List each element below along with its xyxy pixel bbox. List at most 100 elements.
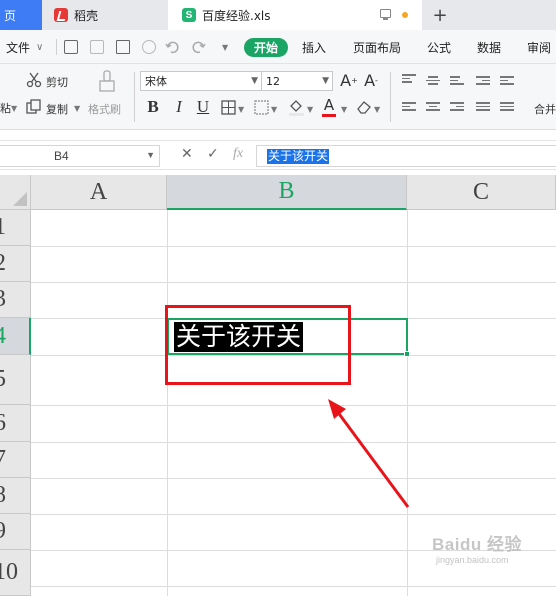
row-header-6[interactable]: 6 [0,405,31,442]
menu-bar: 文件 ∨ ▼ 开始 插入 页面布局 公式 数据 审阅 [0,30,556,64]
merge-button[interactable]: 合并 [534,101,556,117]
copy-button[interactable]: 复制 [46,101,68,117]
cut-button[interactable]: 剪切 [46,74,68,90]
monitor-icon[interactable] [380,9,391,20]
formula-content: 关于该开关 [267,148,330,164]
tab-bar: 页 稻壳 S 百度经验.xls + [0,0,556,30]
row-number: 3 [0,286,6,313]
font-size-value: 12 [266,74,280,88]
column-header-a[interactable]: A [31,175,167,210]
align-middle-icon[interactable] [426,76,440,88]
chevron-down-icon[interactable]: ▼ [238,105,244,114]
increase-font-icon[interactable]: A + [340,70,358,90]
divider [56,39,57,55]
row-header-2[interactable]: 2 [0,246,31,282]
gridline [167,210,168,596]
row-header-3[interactable]: 3 [0,282,31,318]
column-header-c[interactable]: C [407,175,556,210]
tab-daoke-label: 稻壳 [74,8,99,23]
chevron-down-icon[interactable]: ▼ [341,105,347,114]
row-header-9[interactable]: 9 [0,514,31,550]
gridline [31,246,556,247]
fill-icon[interactable] [288,98,305,116]
menu-page-layout[interactable]: 页面布局 [353,30,401,64]
row-header-10[interactable]: 10 [0,550,31,596]
eraser-icon[interactable] [356,100,372,114]
chevron-down-icon[interactable]: ▼ [11,104,17,113]
row-number: 9 [0,518,6,545]
preview-icon[interactable] [142,40,156,54]
column-header-b[interactable]: B [167,175,407,210]
chevron-down-icon[interactable]: ▼ [222,43,228,52]
fx-icon[interactable]: fx [233,146,243,162]
watermark-main: Baidu 经验 [432,535,522,554]
decrease-font-icon[interactable]: A- [362,70,380,90]
row-header-4[interactable]: 4 [0,318,31,355]
font-name-select[interactable]: 宋体 ▼ [140,71,262,91]
tab-home[interactable]: 页 [0,0,42,30]
distribute-icon[interactable] [500,102,514,114]
save-icon[interactable] [64,40,78,54]
undo-icon[interactable] [165,39,181,55]
menu-file-label: 文件 [6,40,31,55]
confirm-icon[interactable]: ✓ [207,146,219,162]
export-icon[interactable] [90,40,104,54]
menu-start[interactable]: 开始 [244,38,288,57]
align-right-icon[interactable] [450,102,464,114]
menu-insert[interactable]: 插入 [302,30,326,64]
row-header-7[interactable]: 7 [0,442,31,478]
italic-icon[interactable]: I [170,97,188,117]
spreadsheet-logo-icon: S [182,8,196,22]
watermark: Baidu 经验 jingyan.baidu.com [432,530,522,565]
cell-style-icon[interactable] [254,100,269,115]
redo-icon[interactable] [190,39,206,55]
align-top-icon[interactable] [402,74,416,86]
chevron-down-icon[interactable]: ▼ [271,105,277,114]
align-left-icon[interactable] [402,102,416,114]
chevron-down-icon[interactable]: ▼ [307,105,313,114]
font-size-select[interactable]: 12 ▼ [261,71,333,91]
divider [390,72,391,122]
gridline [31,586,556,587]
justify-icon[interactable] [476,102,490,114]
formula-bar: B4 ▼ ✕ ✓ fx 关于该开关 [0,140,556,170]
indent-increase-icon[interactable] [500,76,514,88]
format-painter-button[interactable]: 格式刷 [88,101,121,117]
align-center-icon[interactable] [426,102,440,114]
row-header-8[interactable]: 8 [0,478,31,514]
print-icon[interactable] [116,40,130,54]
align-bottom-icon[interactable] [450,76,464,88]
chevron-down-icon: ▼ [146,150,155,160]
arrow-icon [328,399,410,508]
underline-icon[interactable]: U [194,97,212,117]
font-color-icon[interactable]: A [320,95,338,115]
menu-review[interactable]: 审阅 [527,30,551,64]
font-color-swatch [322,114,336,117]
menu-formulas[interactable]: 公式 [427,30,451,64]
chevron-down-icon[interactable]: ▼ [374,105,380,114]
tab-document[interactable]: S 百度经验.xls [168,0,422,30]
border-icon[interactable] [221,100,236,115]
indent-decrease-icon[interactable] [476,76,490,88]
cancel-icon[interactable]: ✕ [181,146,193,162]
menu-data[interactable]: 数据 [477,30,501,64]
paste-button[interactable]: 粘 [0,100,11,116]
row-header-1[interactable]: 1 [0,210,31,246]
tab-home-label: 页 [4,8,17,23]
divider [134,72,135,122]
tab-document-label: 百度经验.xls [202,8,271,23]
chevron-down-icon: ∨ [36,41,44,53]
menu-file[interactable]: 文件 ∨ [6,30,43,64]
fill-handle[interactable] [404,351,410,357]
formula-input[interactable]: 关于该开关 [256,145,556,167]
gridline [31,405,556,406]
new-tab-button[interactable]: + [430,4,450,26]
name-box[interactable]: B4 ▼ [0,145,160,167]
row-header-5[interactable]: 5 [0,355,31,405]
tab-daoke[interactable]: 稻壳 [42,0,168,30]
gridline [31,514,556,515]
chevron-down-icon[interactable]: ▼ [74,104,80,113]
bold-icon[interactable]: B [144,97,162,117]
select-all-icon[interactable] [0,175,31,210]
status-dot-icon [402,12,408,18]
